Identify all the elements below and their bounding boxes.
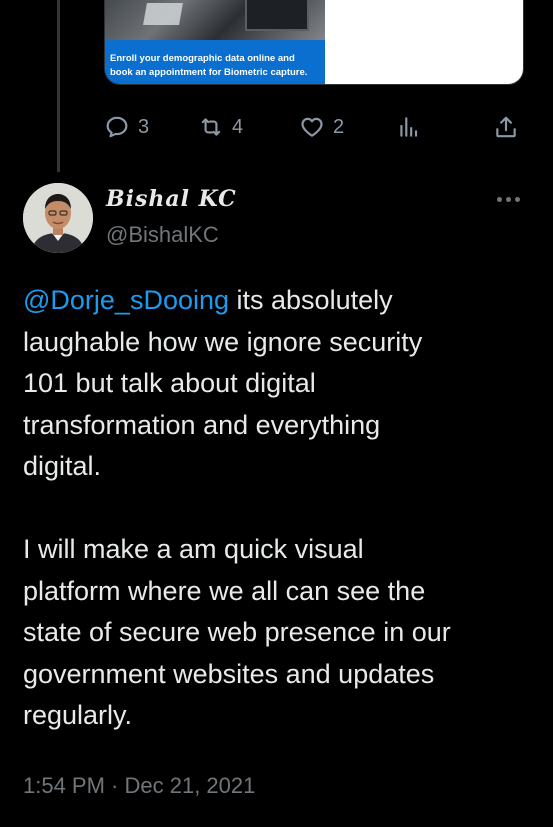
like-icon [301,117,323,137]
card-image: Enroll your demographic data online and … [105,0,325,84]
tweet-line: transformation and everything [23,409,381,440]
like-button[interactable]: 2 [299,108,344,146]
display-name[interactable]: Bishal KC [106,186,237,212]
views-icon [400,117,418,137]
tweet-line: laughable how we ignore security [23,326,423,357]
retweet-button[interactable]: 4 [198,108,243,146]
tweet-line: I will make a am quick visual [23,534,364,564]
tweet-line: digital. [23,451,102,481]
more-dot [514,196,520,202]
parent-tweet-actions: 3 4 2 [104,108,524,146]
tweet-timestamp[interactable]: 1:54 PM · Dec 21, 2021 [23,773,255,799]
tweet-line: platform where we all can see the [23,575,426,606]
more-dot [496,196,502,202]
user-handle[interactable]: @BishalKC [106,222,219,248]
tweet-line: regularly. [23,700,133,730]
reply-button[interactable]: 3 [104,108,149,146]
more-dot [505,196,511,202]
retweet-icon [201,118,221,136]
avatar[interactable] [23,183,93,253]
reply-count: 3 [138,115,150,138]
tweet-text: @Dorje_sDooing its absolutely laughable … [23,280,533,737]
more-icon[interactable] [490,184,526,214]
avatar-photo [23,183,93,253]
reply-icon [106,116,128,138]
link-card[interactable]: Enroll your demographic data online and … [104,0,524,85]
tweet-line: @Dorje_sDooing its absolutely [23,280,533,322]
card-caption: Enroll your demographic data online and … [110,52,322,80]
card-caption-line: book an appointment for Biometric captur… [110,67,308,78]
card-photo [105,0,325,40]
mention-link[interactable]: @Dorje_sDooing [23,285,229,315]
tweet-line: 101 but talk about digital [23,368,316,398]
thread-connector-line [57,0,60,172]
share-button[interactable] [493,108,519,146]
views-button[interactable] [396,108,422,146]
card-caption-line: Enroll your demographic data online and [110,53,295,64]
card-side-panel [325,0,523,84]
like-count: 2 [333,115,345,138]
retweet-count: 4 [232,115,244,138]
tweet-line: government websites and updates [23,658,435,689]
tweet-line-text: its absolutely [229,285,393,315]
tweet-line: state of secure web presence in our [23,617,451,647]
share-icon [496,116,516,138]
